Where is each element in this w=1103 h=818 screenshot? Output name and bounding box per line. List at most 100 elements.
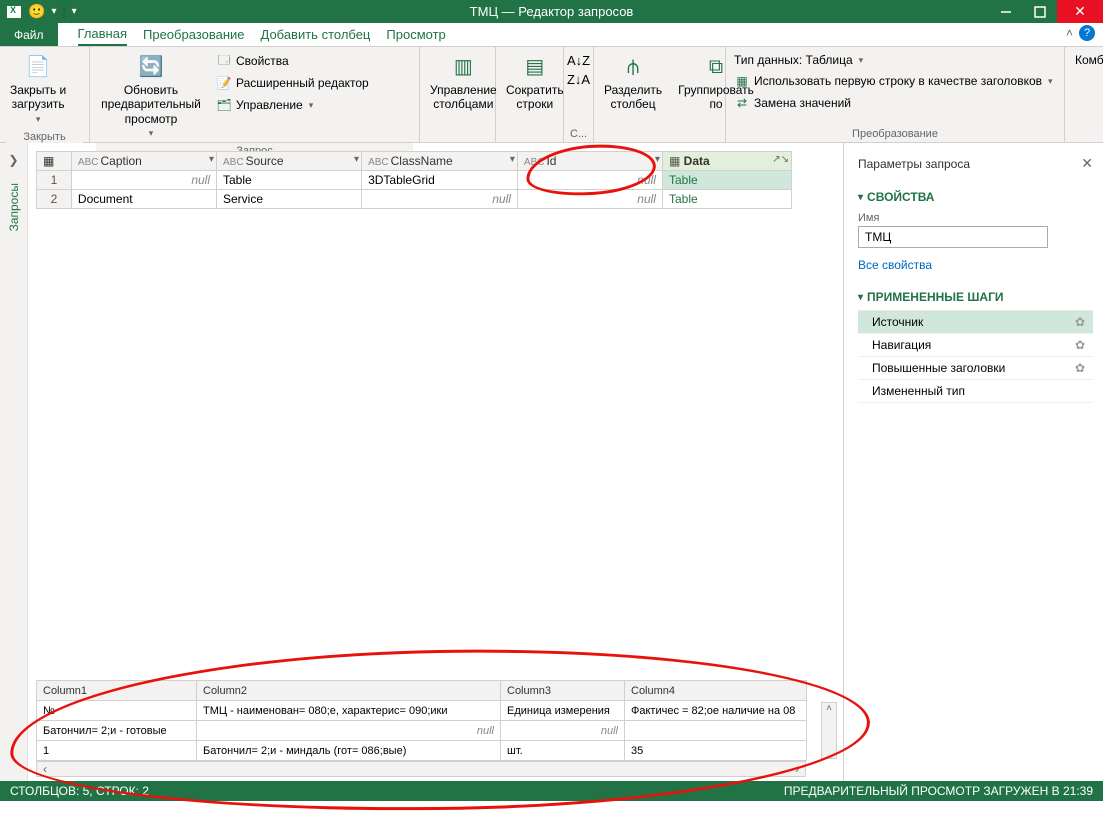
cell[interactable]: null — [517, 190, 662, 209]
corner-cell[interactable]: ▦ — [37, 152, 72, 171]
main-grid[interactable]: ▦ ABCCaption▾ ABCSource▾ ABCClassName▾ A… — [36, 151, 792, 209]
replace-values-button[interactable]: ⇄Замена значений — [732, 93, 853, 113]
cell-data[interactable]: Table — [662, 171, 791, 190]
columns-icon: ▥ — [447, 53, 479, 81]
sort-desc-button[interactable]: Z↓A — [567, 72, 590, 87]
sort-asc-button[interactable]: A↓Z — [567, 53, 590, 68]
tab-home[interactable]: Главная — [78, 23, 127, 46]
step-label: Повышенные заголовки — [872, 361, 1005, 375]
titlebar: 🙂 ▾ | ▾ ТМЦ — Редактор запросов ✕ — [0, 0, 1103, 23]
chevron-right-icon[interactable]: ❯ — [8, 153, 18, 167]
preview-grid[interactable]: Column1 Column2 Column3 Column4 № ТМЦ - … — [36, 680, 807, 761]
col-id[interactable]: ABCId▾ — [517, 152, 662, 171]
first-row-headers-button[interactable]: ▦Использовать первую строку в качестве з… — [732, 71, 1055, 91]
gear-icon[interactable]: ✿ — [1075, 315, 1085, 329]
step-item[interactable]: Повышенные заголовки ✿ — [858, 357, 1093, 380]
smile-icon[interactable]: 🙂 — [28, 3, 45, 20]
pcell[interactable]: null — [197, 721, 501, 741]
preview-row[interactable]: 1 Батончил= 2;и - миндаль (гот= 086;вые)… — [37, 741, 807, 761]
cell[interactable]: Table — [217, 171, 362, 190]
refresh-label: Обновить предварительный просмотр — [100, 83, 202, 126]
refresh-preview-button[interactable]: 🔄 Обновить предварительный просмотр ▾ — [96, 49, 206, 143]
pcell[interactable]: Батончил= 2;и - миндаль (гот= 086;вые) — [197, 741, 501, 761]
properties-icon: 🗔 — [216, 53, 232, 69]
menubar: Файл Главная Преобразование Добавить сто… — [0, 23, 1103, 47]
minimize-button[interactable] — [989, 0, 1023, 23]
pcol3[interactable]: Column3 — [501, 681, 625, 701]
pcell[interactable] — [625, 721, 807, 741]
col-data[interactable]: ▦ Data↗↘ — [662, 152, 791, 171]
pcell[interactable]: шт. — [501, 741, 625, 761]
grid-header-row: ▦ ABCCaption▾ ABCSource▾ ABCClassName▾ A… — [37, 152, 792, 171]
properties-button[interactable]: 🗔Свойства — [214, 51, 371, 71]
cell[interactable]: 3DTableGrid — [362, 171, 518, 190]
split-label: Разделить столбец — [604, 83, 662, 112]
steps-section-header[interactable]: ПРИМЕНЕННЫЕ ШАГИ — [858, 290, 1093, 304]
reduce-rows-label: Сократить строки — [506, 83, 564, 112]
step-item[interactable]: Измененный тип — [858, 380, 1093, 403]
pcell[interactable]: null — [501, 721, 625, 741]
queries-rail[interactable]: ❯ Запросы — [0, 143, 28, 781]
pcell[interactable]: 1 — [37, 741, 197, 761]
preview-hscroll[interactable]: ‹› — [36, 761, 806, 777]
cell[interactable]: Service — [217, 190, 362, 209]
cell[interactable]: null — [71, 171, 216, 190]
pcol2[interactable]: Column2 — [197, 681, 501, 701]
pcell[interactable]: Батончил= 2;и - готовые — [37, 721, 197, 741]
preview-row[interactable]: Батончил= 2;и - готовые null null — [37, 721, 807, 741]
close-load-button[interactable]: 📄 Закрыть и загрузить ▾ — [6, 49, 70, 129]
pcell[interactable]: Единица измерения — [501, 701, 625, 721]
combine-button[interactable]: Комби — [1071, 49, 1103, 71]
gear-icon[interactable]: ✿ — [1075, 338, 1085, 352]
panel-close-icon[interactable]: ✕ — [1081, 155, 1093, 172]
query-name-input[interactable] — [858, 226, 1048, 248]
pcell[interactable]: № — [37, 701, 197, 721]
pcell[interactable]: ТМЦ - наименован= 080;е, характерис= 090… — [197, 701, 501, 721]
tab-add-column[interactable]: Добавить столбец — [261, 23, 371, 46]
grid-row[interactable]: 2 Document Service null null Table — [37, 190, 792, 209]
cell[interactable]: null — [362, 190, 518, 209]
pcol4[interactable]: Column4 — [625, 681, 807, 701]
close-button[interactable]: ✕ — [1057, 0, 1103, 23]
help-icon[interactable]: ? — [1079, 25, 1095, 41]
file-tab[interactable]: Файл — [0, 23, 58, 46]
split-column-button[interactable]: ⫛ Разделить столбец — [600, 49, 666, 116]
col-classname[interactable]: ABCClassName▾ — [362, 152, 518, 171]
pcell[interactable]: 35 — [625, 741, 807, 761]
gear-icon[interactable]: ✿ — [1075, 361, 1085, 375]
data-type-button[interactable]: Тип данных: Таблица▾ — [732, 51, 865, 69]
col-source[interactable]: ABCSource▾ — [217, 152, 362, 171]
group-close-label: Закрыть — [6, 129, 83, 143]
cell[interactable]: null — [517, 171, 662, 190]
manage-button[interactable]: 🗂Управление▾ — [214, 95, 371, 115]
preview-vscroll[interactable]: ˄ — [821, 702, 837, 759]
qat-placeholder[interactable]: ▾ — [72, 6, 77, 17]
step-item[interactable]: Навигация✿ — [858, 334, 1093, 357]
maximize-button[interactable] — [1023, 0, 1057, 23]
col-caption[interactable]: ABCCaption▾ — [71, 152, 216, 171]
close-load-icon: 📄 — [22, 53, 54, 81]
dropdown-icon[interactable]: ▾ — [51, 6, 56, 17]
step-item[interactable]: Источник✿ — [858, 311, 1093, 334]
group-sort-label: С... — [570, 126, 587, 140]
preview-row[interactable]: № ТМЦ - наименован= 080;е, характерис= 0… — [37, 701, 807, 721]
manage-columns-button[interactable]: ▥ Управление столбцами — [426, 49, 501, 116]
pcell[interactable]: Фактичес = 82;ое наличие на 08 — [625, 701, 807, 721]
grid-row[interactable]: 1 null Table 3DTableGrid null Table — [37, 171, 792, 190]
cell[interactable]: Document — [71, 190, 216, 209]
editor-icon: 📝 — [216, 75, 232, 91]
pcol1[interactable]: Column1 — [37, 681, 197, 701]
reduce-rows-button[interactable]: ▤ Сократить строки — [502, 49, 568, 116]
all-properties-link[interactable]: Все свойства — [858, 258, 932, 272]
statusbar: СТОЛБЦОВ: 5, СТРОК: 2 ПРЕДВАРИТЕЛЬНЫЙ ПР… — [0, 781, 1103, 801]
cell-data[interactable]: Table — [662, 190, 791, 209]
collapse-ribbon-icon[interactable]: ˄ — [1066, 26, 1073, 40]
tab-view[interactable]: Просмотр — [386, 23, 445, 46]
advanced-editor-button[interactable]: 📝Расширенный редактор — [214, 73, 371, 93]
status-left: СТОЛБЦОВ: 5, СТРОК: 2 — [10, 784, 149, 798]
props-section-header[interactable]: СВОЙСТВА — [858, 190, 1093, 204]
tab-transform[interactable]: Преобразование — [143, 23, 245, 46]
status-right: ПРЕДВАРИТЕЛЬНЫЙ ПРОСМОТР ЗАГРУЖЕН В 21:3… — [784, 784, 1093, 798]
manage-icon: 🗂 — [216, 97, 232, 113]
headers-icon: ▦ — [734, 73, 750, 89]
